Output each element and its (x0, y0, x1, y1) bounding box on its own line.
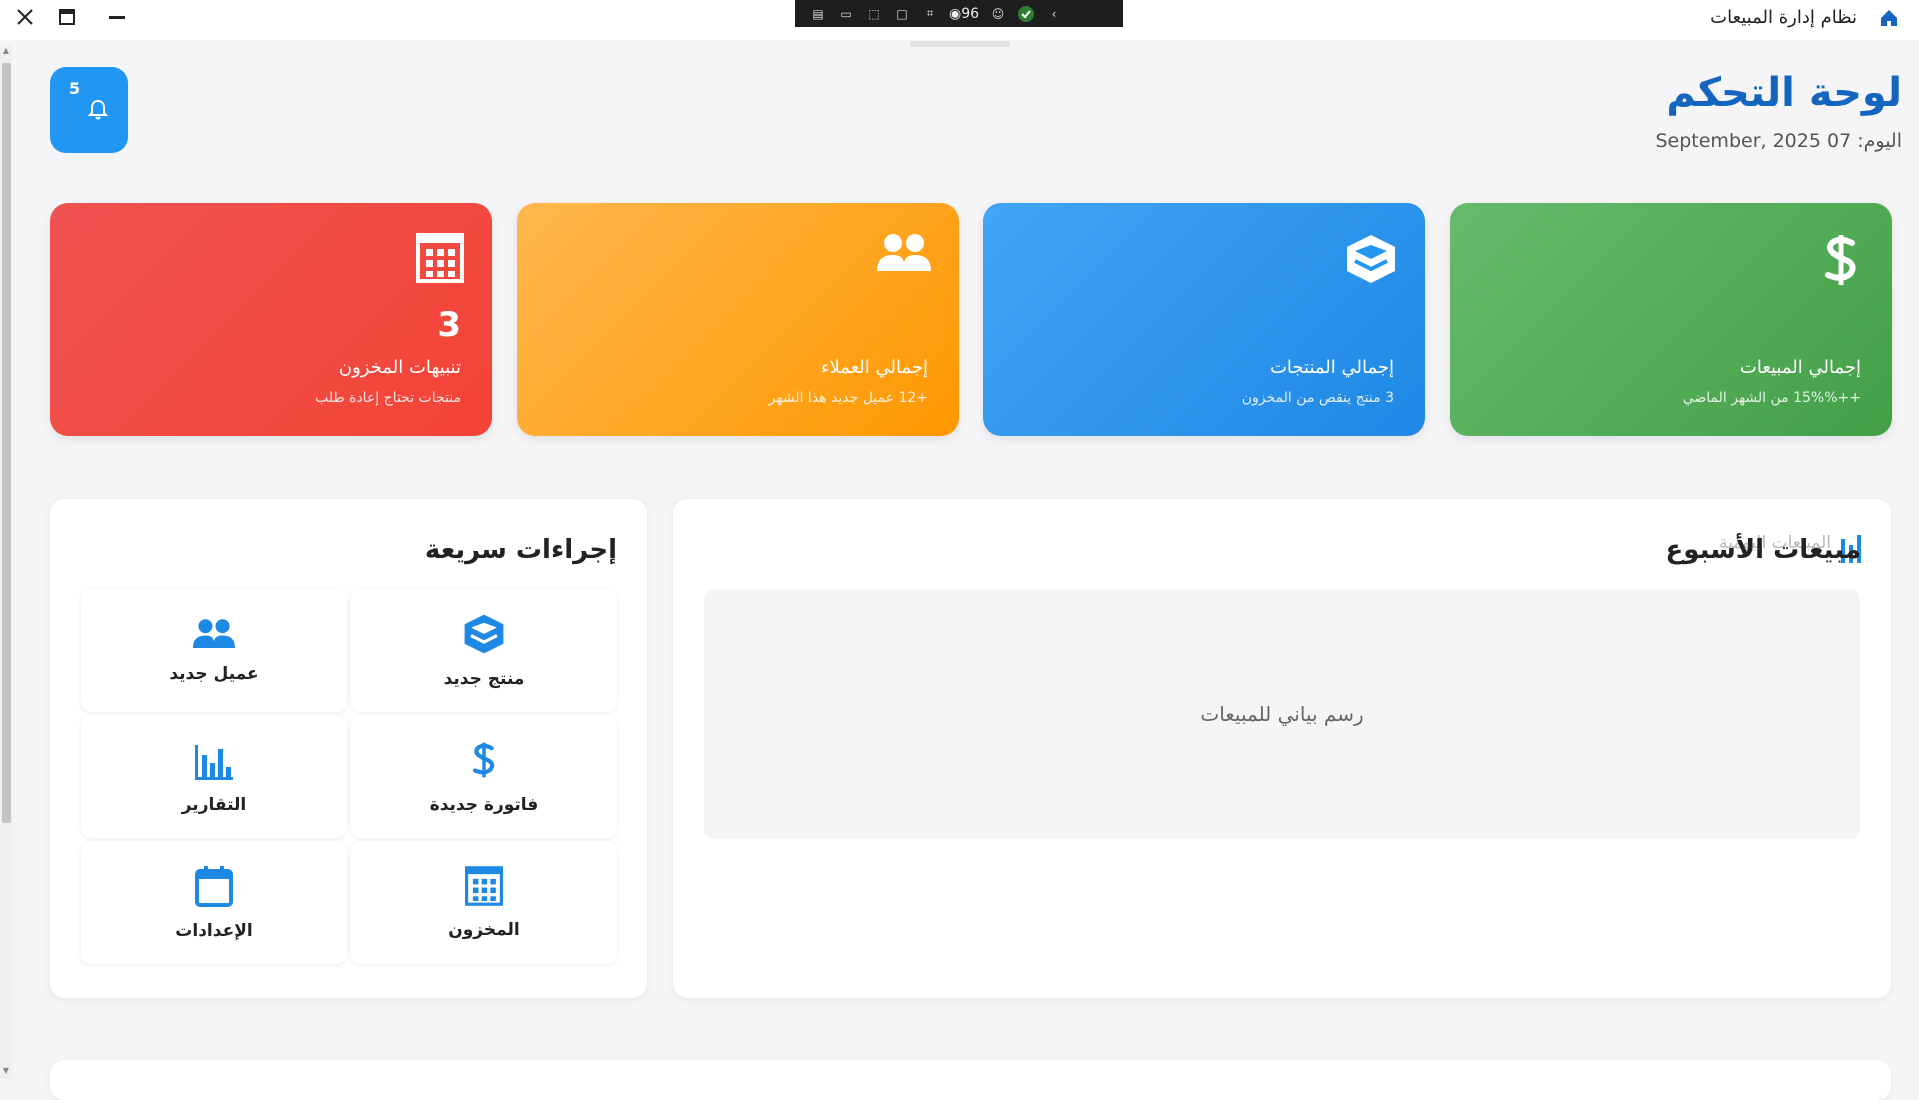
settings-button[interactable]: الإعدادات (81, 841, 347, 964)
fps-counter: ◉96 (949, 5, 980, 22)
action-label: منتج جديد (443, 668, 525, 689)
new-product-button[interactable]: منتج جديد (351, 589, 617, 712)
new-customer-button[interactable]: عميل جديد (81, 589, 347, 712)
stat-card-stock-alerts[interactable]: 3 تنبيهات المخزون منتجات تحتاج إعادة طلب (50, 203, 492, 436)
stat-card-sales[interactable]: إجمالي المبيعات ++15%% من الشهر الماضي (1450, 203, 1892, 436)
minimize-icon (109, 16, 125, 19)
accessibility-icon[interactable]: ☺ (989, 5, 1007, 23)
chart-placeholder: رسم بياني للمبيعات (704, 589, 1860, 839)
stat-subtext: منتجات تحتاج إعادة طلب (315, 390, 461, 406)
inventory-button[interactable]: المخزون (351, 841, 617, 964)
grid-icon (416, 233, 464, 287)
action-label: فاتورة جديدة (429, 794, 539, 815)
dollar-icon (468, 739, 500, 785)
inspect-icon[interactable]: ▤ (809, 5, 827, 23)
stat-label: إجمالي المبيعات (1739, 357, 1861, 378)
scroll-up-icon[interactable]: ▲ (2, 47, 10, 55)
action-label: التقارير (181, 794, 247, 815)
bottom-panel (50, 1060, 1891, 1100)
scrollbar[interactable]: ▲ ▼ (0, 45, 12, 1079)
stat-label: إجمالي العملاء (820, 357, 928, 378)
page-title: لوحة التحكم (1666, 70, 1902, 116)
users-icon (877, 233, 931, 277)
maximize-button[interactable] (42, 0, 92, 34)
bell-icon (87, 99, 109, 125)
stat-card-products[interactable]: إجمالي المنتجات 3 منتج ينقص من المخزون (983, 203, 1425, 436)
calendar-icon (195, 865, 233, 911)
minimize-button[interactable] (92, 0, 142, 34)
stat-label: تنبيهات المخزون (338, 357, 461, 378)
drag-handle[interactable] (910, 41, 1010, 47)
notification-badge: 5 (69, 79, 81, 98)
quick-actions-panel: إجراءات سريعة منتج جديد عميل جديد فاتورة… (50, 499, 647, 998)
check-icon[interactable] (1017, 5, 1035, 23)
reports-button[interactable]: التقارير (81, 715, 347, 838)
quick-actions-title: إجراءات سريعة (424, 535, 617, 565)
action-label: المخزون (448, 919, 520, 940)
grid-icon (465, 865, 503, 910)
chart-placeholder-text: رسم بياني للمبيعات (1200, 702, 1364, 726)
users-icon (193, 618, 235, 654)
date-line: اليوم: 07 September, 2025 (1655, 130, 1902, 152)
weekly-sales-title: مبيعات الأسبوع (1665, 535, 1861, 565)
weekly-sales-panel: المبيعات اليومية مبيعات الأسبوع رسم بيان… (673, 499, 1891, 998)
video-icon[interactable]: ▭ (837, 5, 855, 23)
title-bar: ▤ ▭ ⬚ □ ⌗ ◉96 ☺ ‹ نظام إدارة المبيعات (0, 0, 1919, 40)
collapse-icon[interactable]: ‹ (1045, 5, 1063, 23)
home-icon (1879, 8, 1899, 32)
stat-subtext: +12 عميل جديد هذا الشهر (768, 390, 928, 406)
stat-subtext: 3 منتج ينقص من المخزون (1241, 390, 1394, 406)
stat-subtext: ++15%% من الشهر الماضي (1682, 390, 1861, 406)
notifications-button[interactable]: 5 (50, 67, 128, 153)
new-invoice-button[interactable]: فاتورة جديدة (351, 715, 617, 838)
stat-value: 3 (437, 305, 461, 345)
track-focus-icon[interactable]: ⌗ (921, 5, 939, 23)
scrollbar-thumb[interactable] (2, 63, 11, 823)
scroll-down-icon[interactable]: ▼ (2, 1067, 10, 1075)
stat-label: إجمالي المنتجات (1269, 357, 1394, 378)
dollar-icon (1818, 233, 1864, 291)
layout-icon[interactable]: □ (893, 5, 911, 23)
stat-card-customers[interactable]: إجمالي العملاء +12 عميل جديد هذا الشهر (517, 203, 959, 436)
action-label: الإعدادات (175, 920, 253, 941)
action-label: عميل جديد (169, 663, 259, 684)
box-icon (463, 613, 505, 659)
bar-chart-icon (193, 739, 235, 785)
close-icon (17, 9, 33, 25)
app-title: نظام إدارة المبيعات (1710, 7, 1857, 28)
box-icon (1345, 233, 1397, 289)
maximize-icon (59, 9, 75, 25)
select-element-icon[interactable]: ⬚ (865, 5, 883, 23)
devtools-toolbar: ▤ ▭ ⬚ □ ⌗ ◉96 ☺ ‹ (795, 0, 1123, 27)
